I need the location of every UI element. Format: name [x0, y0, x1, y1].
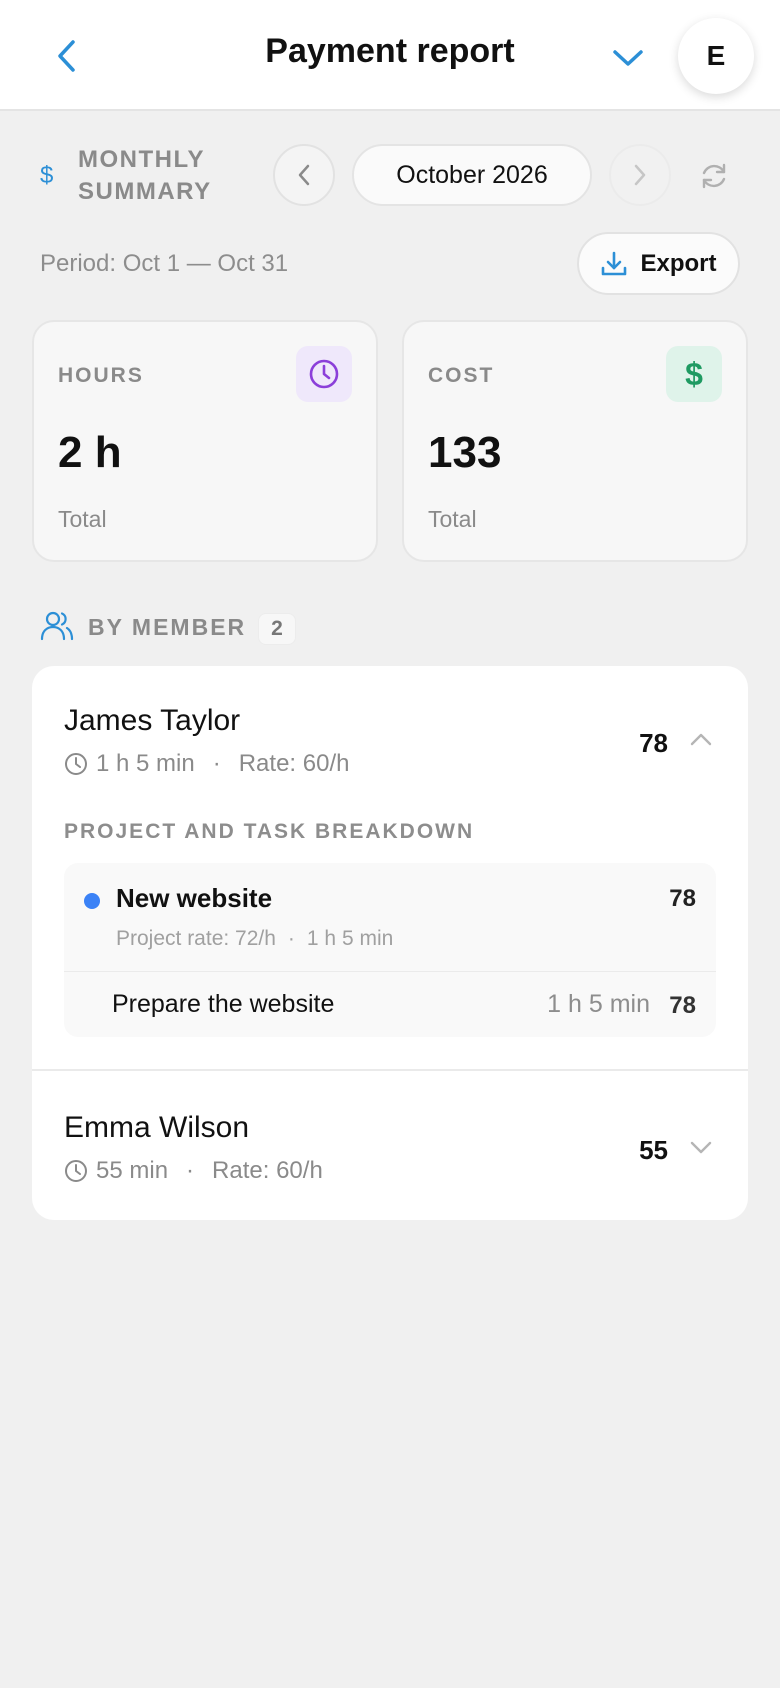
project-name: New website	[116, 883, 273, 913]
user-avatar[interactable]: E	[678, 18, 754, 94]
hours-label: HOURS	[58, 364, 144, 387]
refresh-icon	[702, 163, 726, 189]
project-breakdown: New website 78 Project rate: 72/h · 1 h 5 …	[64, 863, 716, 1037]
meta-separator: ·	[212, 750, 221, 777]
project-rate: Project rate: 72/h	[116, 927, 276, 950]
chevron-right-icon	[634, 164, 646, 186]
top-bar: Payment report E	[0, 0, 780, 111]
by-member-label: BY MEMBER	[88, 614, 247, 640]
next-month-button[interactable]	[609, 144, 671, 206]
monthly-summary-label: MONTHLY SUMMARY	[78, 146, 212, 205]
project-meta: Project rate: 72/h · 1 h 5 min	[116, 927, 393, 951]
clock-icon	[65, 753, 87, 775]
member-amount: 78	[639, 728, 668, 758]
cost-label: COST	[428, 364, 495, 387]
task-time: 1 h 5 min	[547, 990, 650, 1018]
chevron-left-icon	[298, 164, 310, 186]
cost-subtitle: Total	[428, 506, 477, 532]
member-row-emma-wilson[interactable]: Emma Wilson 55 min · Rate: 60/h 55	[32, 1071, 748, 1220]
download-icon	[602, 251, 627, 275]
chevron-down-icon	[690, 1141, 712, 1154]
member-amount: 55	[639, 1135, 668, 1165]
month-selector[interactable]: October 2026	[352, 144, 592, 206]
monthly-summary-row: $ MONTHLY SUMMARY October 2026	[0, 140, 780, 210]
collapse-button[interactable]	[688, 726, 714, 752]
member-name: Emma Wilson	[64, 1111, 250, 1144]
task-row: Prepare the website 1 h 5 min 78	[64, 971, 716, 1037]
task-name: Prepare the website	[112, 990, 335, 1018]
breakdown-title: PROJECT AND TASK BREAKDOWN	[64, 820, 475, 843]
member-time: 55 min	[96, 1157, 169, 1184]
cost-value: 133	[428, 428, 502, 477]
member-meta: 1 h 5 min · Rate: 60/h	[64, 750, 349, 778]
export-label: Export	[640, 249, 717, 277]
period-range: Period: Oct 1 — Oct 31	[40, 250, 289, 277]
clock-icon	[296, 346, 352, 402]
refresh-button[interactable]	[690, 154, 738, 198]
dollar-icon: $	[666, 346, 722, 402]
meta-separator: ·	[287, 927, 295, 950]
member-rate: Rate: 60/h	[212, 1157, 323, 1184]
member-meta: 55 min · Rate: 60/h	[64, 1157, 323, 1185]
by-member-header: BY MEMBER 2	[40, 608, 440, 648]
hours-card: HOURS 2 h Total	[32, 320, 378, 562]
members-card: James Taylor 1 h 5 min · Rate: 60/h 78 P…	[32, 666, 748, 1220]
expand-button[interactable]	[688, 1135, 714, 1161]
previous-month-button[interactable]	[273, 144, 335, 206]
member-count-badge: 2	[258, 613, 296, 645]
project-amount: 78	[669, 885, 696, 912]
hours-subtitle: Total	[58, 506, 107, 532]
meta-separator: ·	[186, 1157, 195, 1184]
chevron-down-icon	[613, 50, 643, 66]
chevron-up-icon	[690, 733, 712, 746]
clock-icon	[65, 1160, 87, 1182]
hours-value: 2 h	[58, 428, 122, 477]
project-time: 1 h 5 min	[306, 927, 394, 950]
export-button[interactable]: Export	[577, 232, 740, 295]
member-row-james-taylor[interactable]: James Taylor 1 h 5 min · Rate: 60/h 78 P…	[32, 666, 748, 1071]
users-icon	[40, 611, 74, 641]
page-title: Payment report	[265, 32, 515, 70]
member-rate: Rate: 60/h	[238, 750, 350, 777]
cost-card: COST $ 133 Total	[402, 320, 748, 562]
member-name: James Taylor	[64, 704, 241, 737]
task-amount: 78	[669, 992, 696, 1019]
report-dropdown-button[interactable]	[604, 34, 652, 82]
dollar-icon: $	[40, 162, 54, 189]
project-color-dot	[84, 893, 100, 909]
member-time: 1 h 5 min	[96, 750, 195, 777]
